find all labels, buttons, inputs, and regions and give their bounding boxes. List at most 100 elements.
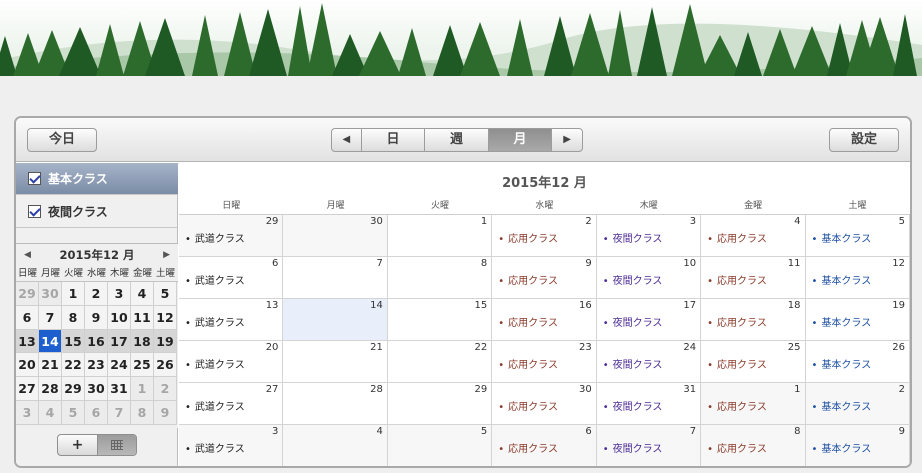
day-cell[interactable]: 19 基本クラス	[805, 299, 910, 341]
calendar-item-night[interactable]: 夜間クラス	[16, 196, 178, 228]
mini-day[interactable]: 21	[39, 353, 62, 378]
event-item[interactable]: 応用クラス	[707, 230, 767, 245]
day-cell[interactable]: 7	[283, 257, 388, 299]
mini-day[interactable]: 28	[39, 377, 62, 401]
mini-day[interactable]: 6	[16, 305, 39, 330]
grid-view-button[interactable]	[96, 435, 136, 455]
event-item[interactable]: 武道クラス	[185, 272, 245, 287]
event-item[interactable]: 武道クラス	[185, 440, 245, 455]
checkbox-icon[interactable]	[28, 172, 41, 185]
day-cell[interactable]: 9 応用クラス	[492, 257, 597, 299]
day-cell[interactable]: 29 武道クラス	[179, 215, 284, 257]
event-item[interactable]: 夜間クラス	[603, 356, 663, 371]
mini-day[interactable]: 14	[39, 329, 62, 354]
add-calendar-button[interactable]: +	[58, 435, 97, 455]
mini-day[interactable]: 23	[85, 353, 108, 378]
day-cell[interactable]: 26 基本クラス	[805, 341, 910, 383]
mini-day[interactable]: 8	[131, 400, 154, 425]
day-cell[interactable]: 4	[283, 425, 388, 466]
day-cell[interactable]: 13 武道クラス	[179, 299, 284, 341]
event-item[interactable]: 夜間クラス	[603, 398, 663, 413]
mini-prev-icon[interactable]: ◀	[24, 244, 31, 266]
day-cell[interactable]: 3 夜間クラス	[596, 215, 702, 257]
day-cell[interactable]: 1	[387, 215, 493, 257]
mini-day[interactable]: 6	[85, 400, 108, 425]
event-item[interactable]: 夜間クラス	[603, 440, 663, 455]
day-cell[interactable]: 2 基本クラス	[805, 383, 910, 425]
mini-day[interactable]: 20	[16, 353, 39, 378]
event-item[interactable]: 応用クラス	[498, 398, 558, 413]
day-cell[interactable]: 7 夜間クラス	[596, 425, 702, 466]
event-item[interactable]: 応用クラス	[498, 272, 558, 287]
day-cell[interactable]: 10 夜間クラス	[596, 257, 702, 299]
day-cell[interactable]: 24 夜間クラス	[596, 341, 702, 383]
day-cell[interactable]: 8	[387, 257, 493, 299]
mini-day[interactable]: 30	[39, 282, 62, 306]
today-button[interactable]: 今日	[27, 128, 97, 152]
day-cell[interactable]: 5	[387, 425, 493, 466]
day-cell[interactable]: 4 応用クラス	[701, 215, 806, 257]
day-cell[interactable]: 6 武道クラス	[179, 257, 284, 299]
mini-day[interactable]: 2	[154, 377, 177, 401]
mini-day[interactable]: 9	[85, 305, 108, 330]
day-cell[interactable]: 20 武道クラス	[179, 341, 284, 383]
day-cell[interactable]: 1 応用クラス	[701, 383, 806, 425]
event-item[interactable]: 応用クラス	[707, 272, 767, 287]
day-cell[interactable]: 30 応用クラス	[492, 383, 597, 425]
mini-day[interactable]: 12	[154, 305, 177, 330]
mini-day[interactable]: 26	[154, 353, 177, 378]
settings-button[interactable]: 設定	[829, 128, 899, 152]
day-cell[interactable]: 6 応用クラス	[492, 425, 597, 466]
mini-day[interactable]: 8	[62, 305, 85, 330]
event-item[interactable]: 武道クラス	[185, 314, 245, 329]
mini-day[interactable]: 1	[131, 377, 154, 401]
event-item[interactable]: 武道クラス	[185, 356, 245, 371]
day-cell[interactable]: 21	[283, 341, 388, 383]
mini-day[interactable]: 3	[108, 282, 131, 306]
mini-day[interactable]: 3	[16, 400, 39, 425]
day-cell[interactable]: 31 夜間クラス	[596, 383, 702, 425]
mini-day[interactable]: 30	[85, 377, 108, 401]
mini-day[interactable]: 27	[16, 377, 39, 401]
event-item[interactable]: 武道クラス	[185, 230, 245, 245]
day-cell[interactable]: 25 応用クラス	[701, 341, 806, 383]
mini-day[interactable]: 16	[85, 329, 108, 354]
tab-week[interactable]: 週	[425, 129, 489, 151]
mini-day[interactable]: 19	[154, 329, 177, 354]
mini-day[interactable]: 4	[131, 282, 154, 306]
mini-day[interactable]: 5	[62, 400, 85, 425]
day-cell[interactable]: 28	[283, 383, 388, 425]
day-cell[interactable]: 15	[387, 299, 493, 341]
day-cell[interactable]: 30	[283, 215, 388, 257]
event-item[interactable]: 応用クラス	[498, 230, 558, 245]
day-cell[interactable]: 17 夜間クラス	[596, 299, 702, 341]
day-cell[interactable]: 29	[387, 383, 493, 425]
event-item[interactable]: 夜間クラス	[603, 314, 663, 329]
day-cell[interactable]: 8 応用クラス	[701, 425, 806, 466]
day-cell[interactable]: 18 応用クラス	[701, 299, 806, 341]
event-item[interactable]: 基本クラス	[812, 230, 871, 245]
mini-day[interactable]: 10	[108, 305, 131, 330]
tab-day[interactable]: 日	[362, 129, 426, 151]
event-item[interactable]: 基本クラス	[812, 398, 871, 413]
day-cell[interactable]: 23 応用クラス	[492, 341, 597, 383]
mini-day[interactable]: 2	[85, 282, 108, 306]
mini-next-icon[interactable]: ▶	[163, 244, 170, 266]
event-item[interactable]: 応用クラス	[707, 398, 767, 413]
event-item[interactable]: 応用クラス	[707, 356, 767, 371]
mini-day[interactable]: 24	[108, 353, 131, 378]
event-item[interactable]: 応用クラス	[707, 314, 767, 329]
checkbox-icon[interactable]	[28, 205, 41, 218]
prev-button[interactable]: ◀	[332, 129, 362, 151]
mini-day[interactable]: 1	[62, 282, 85, 306]
day-cell[interactable]: 3 武道クラス	[179, 425, 284, 466]
mini-day[interactable]: 13	[16, 329, 39, 354]
mini-day[interactable]: 5	[154, 282, 177, 306]
day-cell[interactable]: 2 応用クラス	[492, 215, 597, 257]
mini-day[interactable]: 18	[131, 329, 154, 354]
mini-day[interactable]: 22	[62, 353, 85, 378]
event-item[interactable]: 応用クラス	[707, 440, 767, 455]
event-item[interactable]: 応用クラス	[498, 314, 558, 329]
day-cell[interactable]: 16 応用クラス	[492, 299, 597, 341]
mini-day[interactable]: 4	[39, 400, 62, 425]
